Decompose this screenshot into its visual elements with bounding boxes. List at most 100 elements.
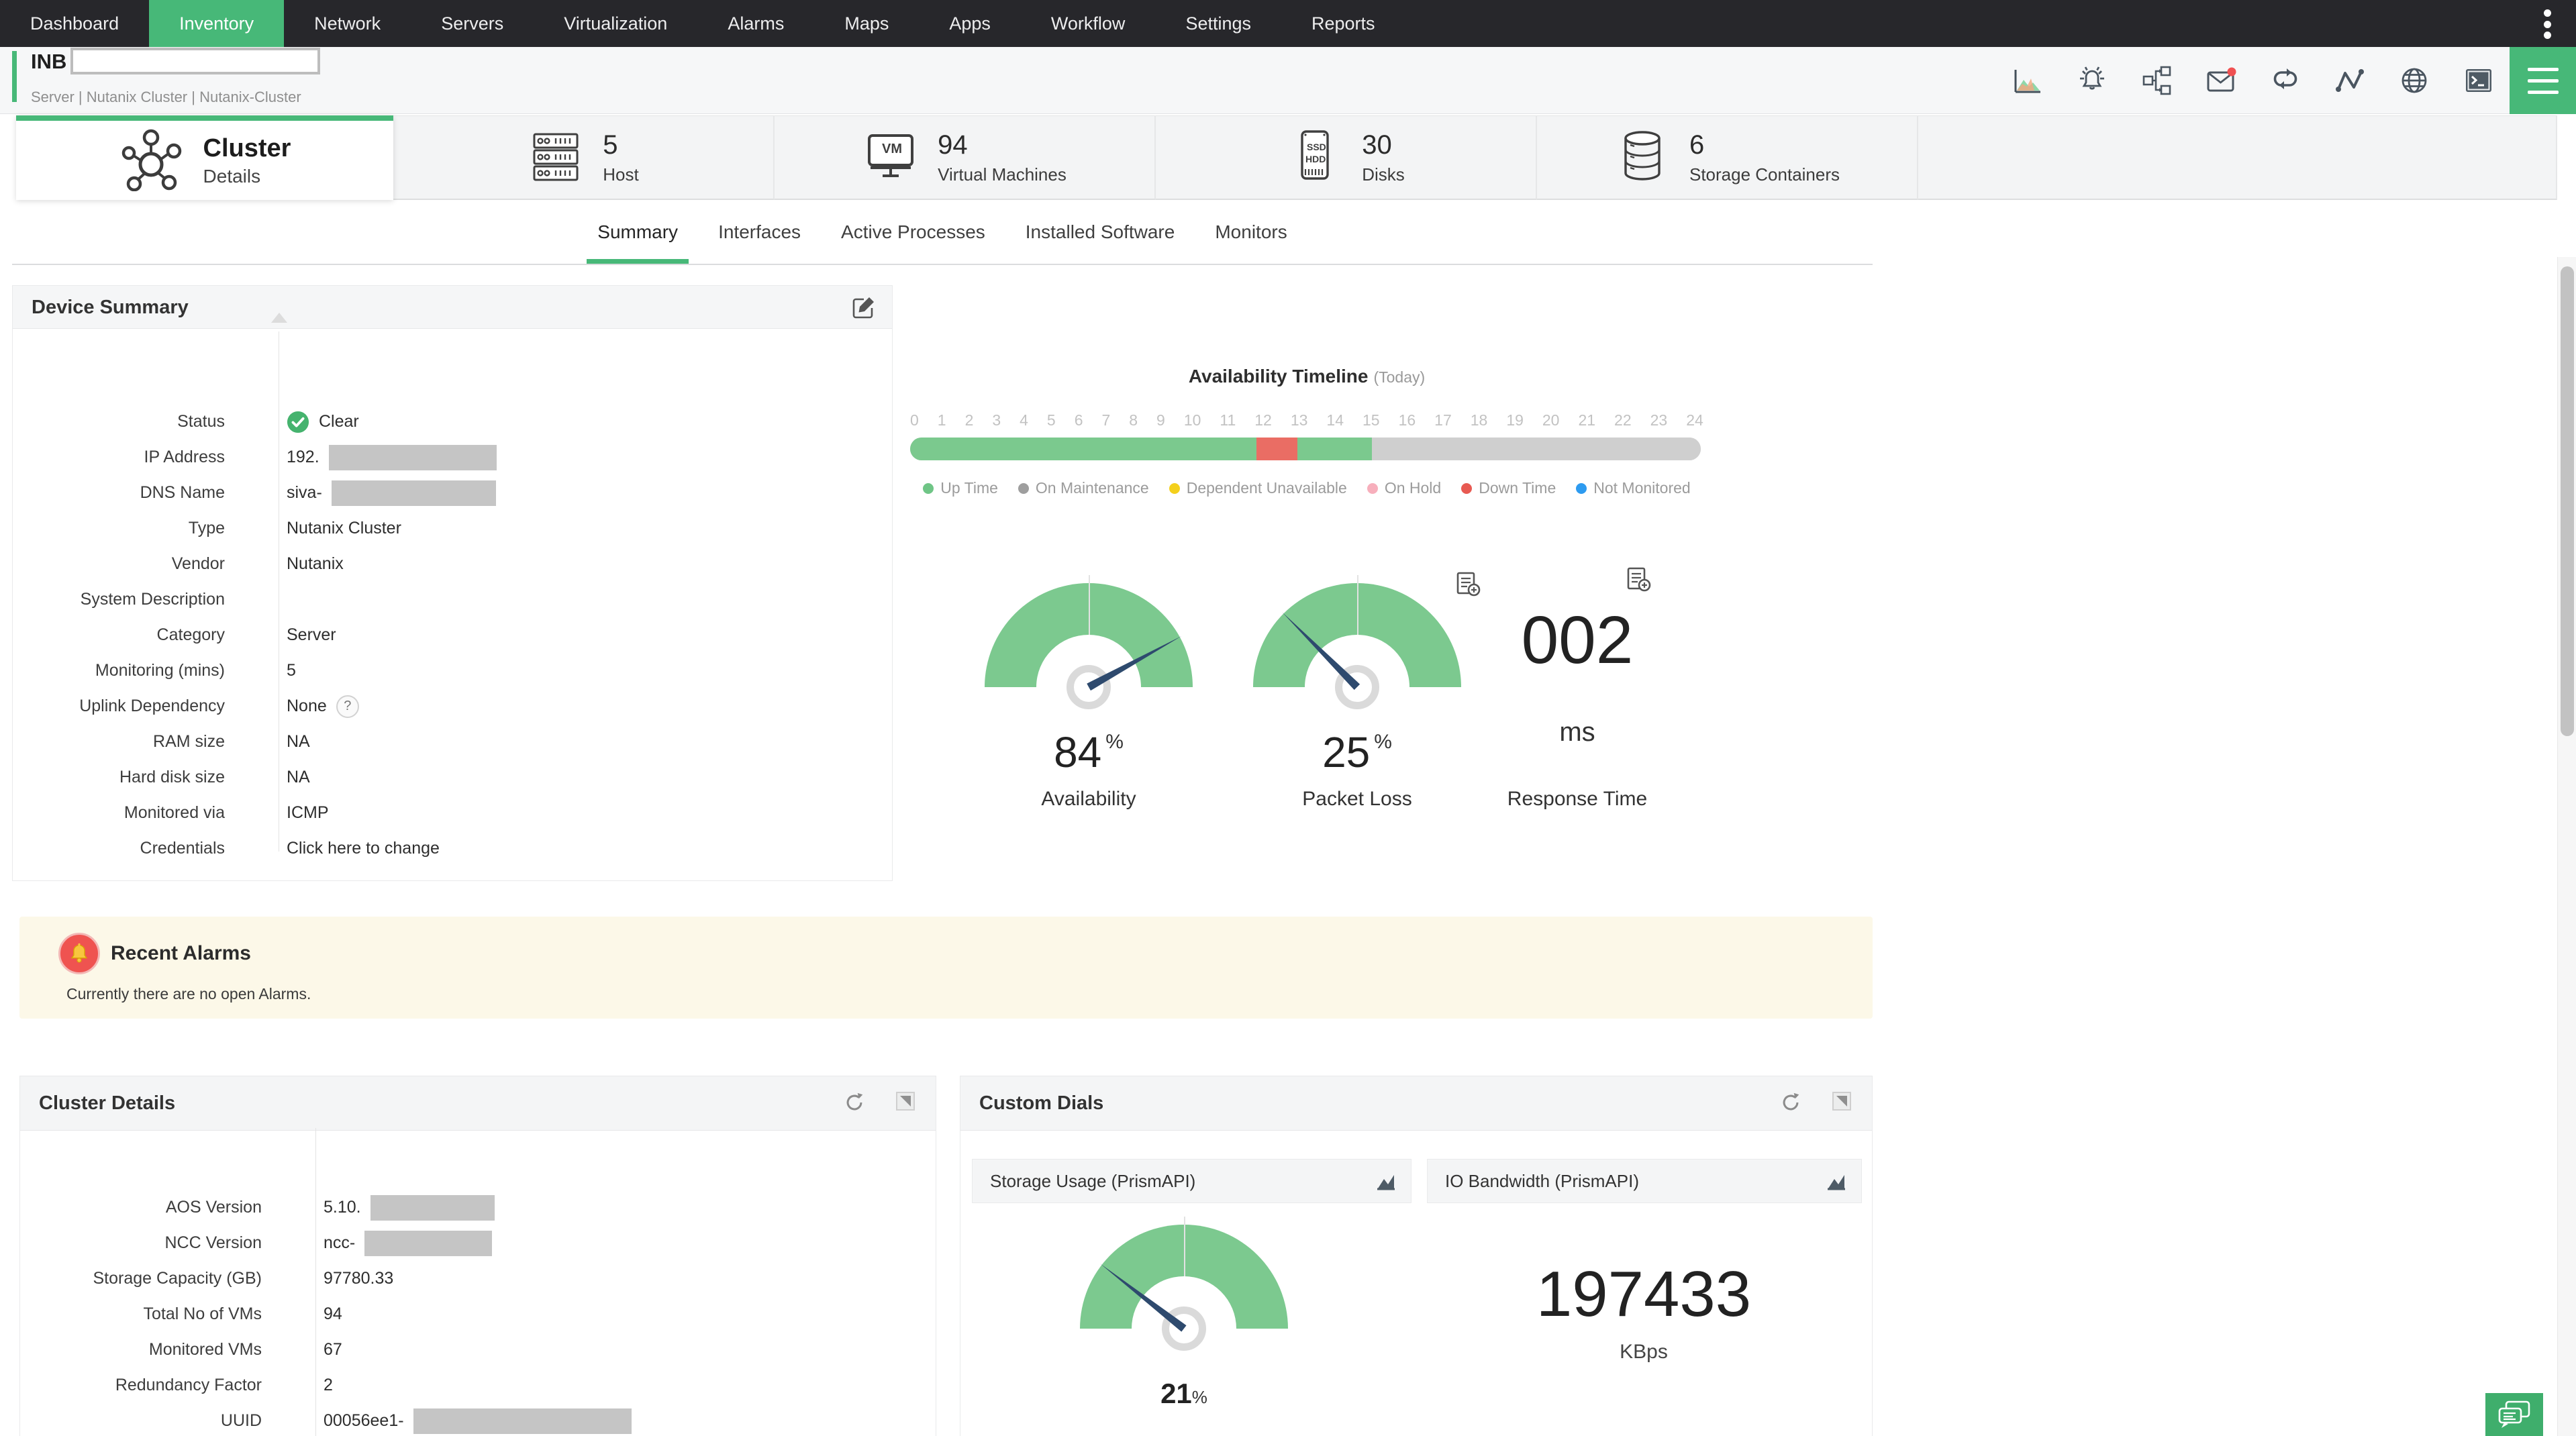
rediscover-loop-icon[interactable] [2270, 65, 2301, 96]
tab-monitors[interactable]: Monitors [1195, 200, 1307, 264]
device-name-redaction [70, 47, 321, 74]
field-value[interactable]: Click here to change [252, 839, 440, 858]
hour-label: 19 [1506, 411, 1524, 429]
field-value: Clear [252, 411, 359, 433]
response-time-report-icon[interactable] [1624, 566, 1652, 594]
card-storage-containers[interactable]: 6 Storage Containers [1537, 115, 1918, 200]
legend-item-up-time: Up Time [923, 479, 998, 497]
nav-item-apps[interactable]: Apps [919, 0, 1021, 47]
performance-graph-icon[interactable] [2012, 65, 2043, 96]
cluster-icon [119, 127, 183, 195]
hour-label: 11 [1220, 411, 1236, 429]
field-label: Hard disk size [119, 768, 225, 786]
hamburger-menu-button[interactable] [2510, 47, 2576, 114]
disk-icon: SSD HDD [1287, 127, 1343, 187]
nav-item-inventory[interactable]: Inventory [149, 0, 285, 47]
field-label: Type [188, 519, 225, 537]
availability-gauge [978, 575, 1199, 709]
card-label: Disks [1362, 164, 1405, 185]
response-pulse-icon[interactable] [2334, 65, 2365, 96]
nav-item-maps[interactable]: Maps [814, 0, 919, 47]
tab-active-processes[interactable]: Active Processes [821, 200, 1005, 264]
card-count: 6 [1689, 130, 1705, 160]
packet-loss-label: Packet Loss [1302, 788, 1412, 810]
tab-summary[interactable]: Summary [577, 200, 698, 264]
main-nav: Dashboard Inventory Network Servers Virtuali… [0, 0, 2576, 47]
panel-title: Cluster Details [39, 1092, 176, 1114]
active-tab-underline [587, 259, 689, 264]
timeline-segment-up-time [910, 438, 1256, 460]
nav-item-reports[interactable]: Reports [1281, 0, 1405, 47]
card-label: Storage Containers [1689, 164, 1840, 185]
hour-label: 17 [1434, 411, 1452, 429]
card-subtitle: Details [203, 165, 261, 187]
nav-item-dashboard[interactable]: Dashboard [0, 0, 149, 47]
card-count: 5 [603, 130, 618, 160]
chat-widget-button[interactable] [2485, 1393, 2543, 1436]
legend-dot [1461, 482, 1473, 494]
tab-installed-software[interactable]: Installed Software [1005, 200, 1195, 264]
field-value: siva- [252, 480, 496, 506]
timeline-segment-not-monitored [1371, 438, 1701, 460]
chart-icon[interactable] [1375, 1170, 1397, 1193]
alarm-notification-icon[interactable] [2077, 65, 2108, 96]
workflow-icon[interactable] [2141, 65, 2172, 96]
packet-loss-report-icon[interactable] [1454, 570, 1482, 599]
timeline-range: (Today) [1373, 368, 1426, 386]
field-label: Category [156, 625, 225, 644]
expand-icon[interactable] [1832, 1091, 1856, 1115]
field-value: ncc- [289, 1230, 493, 1256]
storage-usage-gauge [1073, 1217, 1295, 1351]
custom-dials-header: Custom Dials [960, 1076, 1872, 1131]
field-row-ncc-version: NCC Version ncc- [20, 1225, 936, 1261]
hour-label: 12 [1254, 411, 1272, 429]
field-label: NCC Version [164, 1233, 262, 1252]
field-row-storage-capacity-gb: Storage Capacity (GB) 97780.33 [20, 1261, 936, 1296]
card-host[interactable]: 5 Host [393, 115, 775, 200]
vm-icon: VM [862, 127, 919, 187]
redaction-box [364, 1230, 493, 1256]
field-row-uuid: UUID 00056ee1- [20, 1403, 936, 1436]
legend-item-dependent-unavailable: Dependent Unavailable [1169, 479, 1347, 497]
timeline-segment-up-time [1297, 438, 1372, 460]
nav-item-virtualization[interactable]: Virtualization [534, 0, 697, 47]
card-cluster-details[interactable]: Cluster Details [16, 115, 393, 200]
legend-dot [1018, 482, 1029, 494]
hour-label: 4 [1020, 411, 1028, 429]
kebab-menu-icon[interactable] [2542, 9, 2552, 39]
card-virtual-machines[interactable]: VM 94 Virtual Machines [775, 115, 1156, 200]
scrollbar-track[interactable] [2557, 257, 2576, 1436]
nav-item-workflow[interactable]: Workflow [1021, 0, 1156, 47]
nav-item-network[interactable]: Network [284, 0, 411, 47]
mail-icon[interactable] [2206, 65, 2236, 96]
field-row-ip-address: IP Address 192. [13, 440, 892, 475]
device-summary-fields: Status Clear IP Address 192. DNS Name siva- Ty… [13, 313, 892, 866]
web-globe-icon[interactable] [2399, 65, 2430, 96]
nav-item-alarms[interactable]: Alarms [697, 0, 814, 47]
device-summary-panel: Device Summary Status Clear IP Address 192.… [12, 285, 893, 881]
hour-label: 24 [1686, 411, 1703, 429]
custom-dials-panel: Custom Dials Storage Usage (PrismAPI) IO… [960, 1076, 1873, 1436]
refresh-icon[interactable] [1779, 1091, 1803, 1115]
expand-icon[interactable] [895, 1091, 920, 1115]
device-summary-header: Device Summary [13, 286, 892, 329]
help-badge[interactable]: ? [336, 695, 359, 718]
field-label: Monitoring (mins) [95, 661, 225, 680]
scrollbar-thumb[interactable] [2561, 266, 2574, 736]
nav-item-servers[interactable]: Servers [411, 0, 534, 47]
card-title: Cluster [203, 134, 291, 162]
card-disks[interactable]: SSD HDD 30 Disks [1156, 115, 1537, 200]
field-value: 00056ee1- [289, 1408, 632, 1434]
chart-icon[interactable] [1825, 1170, 1848, 1193]
tab-interfaces[interactable]: Interfaces [698, 200, 821, 264]
refresh-icon[interactable] [843, 1091, 867, 1115]
field-value: 97780.33 [324, 1269, 394, 1288]
field-row-dns-name: DNS Name siva- [13, 475, 892, 511]
redaction-box [331, 480, 496, 506]
nav-item-settings[interactable]: Settings [1155, 0, 1281, 47]
terminal-icon[interactable] [2463, 65, 2494, 96]
edit-icon[interactable] [852, 295, 876, 319]
card-label: Host [603, 164, 639, 185]
availability-label: Availability [1041, 788, 1136, 810]
field-row-credentials: Credentials Click here to change [13, 831, 892, 866]
